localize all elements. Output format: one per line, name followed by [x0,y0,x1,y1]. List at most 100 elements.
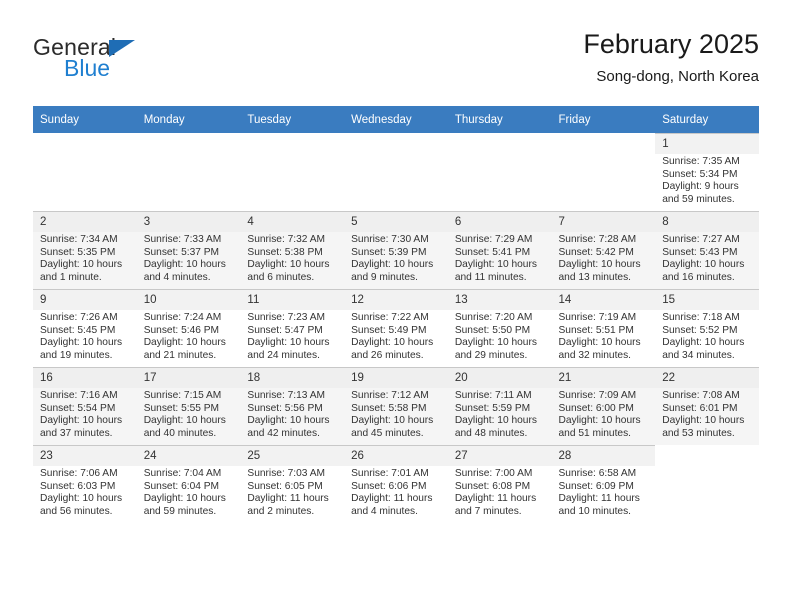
sunrise-text: Sunrise: 7:24 AM [143,312,222,323]
day-sun-info: Sunrise: 7:34 AM Sunset: 5:35 PM Daylight:… [33,232,137,284]
day-sun-info: Sunrise: 7:24 AM Sunset: 5:46 PM Daylight:… [137,310,241,362]
day-number: 27 [454,450,468,462]
calendar-day-cell[interactable]: 21 Sunrise: 7:09 AM Sunset: 6:00 PM Dayligh… [551,367,656,445]
calendar-day-cell[interactable]: 3 Sunrise: 7:33 AM Sunset: 5:37 PM Daylight… [136,211,241,289]
page-title: February 2025 [583,29,759,59]
day-number: 18 [247,372,261,384]
day-sun-info: Sunrise: 7:20 AM Sunset: 5:50 PM Daylight:… [448,310,552,362]
calendar-day-cell[interactable]: 4 Sunrise: 7:32 AM Sunset: 5:38 PM Daylight… [240,211,345,289]
calendar-day-cell[interactable]: 9 Sunrise: 7:26 AM Sunset: 5:45 PM Daylight… [33,289,137,367]
daylight-text-line1: Daylight: 11 hours [558,493,640,505]
day-number-band: 4 [240,212,345,232]
sunrise-text: Sunrise: 7:16 AM [40,390,118,401]
general-blue-logo: General Blue [33,34,253,92]
day-cell-content: 18 Sunrise: 7:13 AM Sunset: 5:56 PM Dayligh… [240,367,345,445]
calendar-day-cell[interactable]: 24 Sunrise: 7:04 AM Sunset: 6:04 PM Dayligh… [136,445,241,523]
calendar-day-cell[interactable]: 25 Sunrise: 7:03 AM Sunset: 6:05 PM Dayligh… [240,445,345,523]
daylight-text-line1: Daylight: 10 hours [247,415,330,427]
day-sun-info: Sunrise: 7:30 AM Sunset: 5:39 PM Daylight:… [344,232,448,284]
calendar-day-cell[interactable]: 11 Sunrise: 7:23 AM Sunset: 5:47 PM Dayligh… [240,289,345,367]
sunrise-text: Sunrise: 7:33 AM [143,234,222,245]
sunrise-text: Sunrise: 7:08 AM [662,390,740,401]
calendar-day-cell[interactable]: 19 Sunrise: 7:12 AM Sunset: 5:58 PM Dayligh… [344,367,448,445]
day-cell-content: 28 Sunrise: 6:58 AM Sunset: 6:09 PM Dayligh… [551,445,656,523]
calendar-week-row: 23 Sunrise: 7:06 AM Sunset: 6:03 PM Dayligh… [33,445,759,523]
calendar-day-cell[interactable]: 20 Sunrise: 7:11 AM Sunset: 5:59 PM Dayligh… [447,367,552,445]
sunset-text: Sunset: 5:34 PM [662,168,738,180]
day-cell-content: 12 Sunrise: 7:22 AM Sunset: 5:49 PM Dayligh… [344,289,448,367]
daylight-text-line1: Daylight: 10 hours [143,337,226,349]
calendar-day-cell[interactable]: 15 Sunrise: 7:18 AM Sunset: 5:52 PM Dayligh… [655,289,759,367]
day-sun-info: Sunrise: 7:00 AM Sunset: 6:08 PM Daylight:… [448,466,552,518]
empty-cell [240,133,344,211]
calendar-day-cell[interactable]: 18 Sunrise: 7:13 AM Sunset: 5:56 PM Dayligh… [240,367,345,445]
sunrise-text: Sunrise: 6:58 AM [558,468,637,479]
daylight-text-line1: Daylight: 10 hours [247,337,330,349]
calendar-day-cell[interactable]: 12 Sunrise: 7:22 AM Sunset: 5:49 PM Dayligh… [344,289,448,367]
daylight-text-line1: Daylight: 11 hours [351,493,433,505]
day-number-band: 20 [447,368,552,388]
calendar-day-cell[interactable]: 6 Sunrise: 7:29 AM Sunset: 5:41 PM Daylight… [447,211,552,289]
sunrise-text: Sunrise: 7:18 AM [662,312,740,323]
daylight-text-line1: Daylight: 10 hours [454,337,537,349]
sunrise-text: Sunrise: 7:23 AM [247,312,325,323]
calendar-day-cell[interactable]: 27 Sunrise: 7:00 AM Sunset: 6:08 PM Dayligh… [447,445,552,523]
daylight-text-line2: and 37 minutes. [40,427,113,439]
daylight-text-line1: Daylight: 11 hours [247,493,329,505]
day-cell-content: 15 Sunrise: 7:18 AM Sunset: 5:52 PM Dayligh… [655,289,759,367]
calendar-day-cell[interactable]: 2 Sunrise: 7:34 AM Sunset: 5:35 PM Daylight… [33,211,137,289]
sunset-text: Sunset: 5:37 PM [143,246,220,258]
sunset-text: Sunset: 6:05 PM [247,480,323,492]
day-cell-content: 6 Sunrise: 7:29 AM Sunset: 5:41 PM Daylight… [447,211,552,289]
calendar-day-cell[interactable]: 7 Sunrise: 7:28 AM Sunset: 5:42 PM Daylight… [551,211,656,289]
calendar-day-cell[interactable]: 8 Sunrise: 7:27 AM Sunset: 5:43 PM Daylight… [655,211,759,289]
daylight-text-line2: and 4 minutes. [351,505,418,517]
day-number: 6 [454,216,462,228]
day-number-band: 15 [655,290,759,310]
calendar-day-cell[interactable]: 5 Sunrise: 7:30 AM Sunset: 5:39 PM Daylight… [344,211,448,289]
sunset-text: Sunset: 5:51 PM [558,324,634,336]
day-cell-content: 23 Sunrise: 7:06 AM Sunset: 6:03 PM Dayligh… [33,445,137,523]
weekday-header-monday: Monday [136,106,241,133]
calendar-day-cell[interactable]: 26 Sunrise: 7:01 AM Sunset: 6:06 PM Dayligh… [344,445,448,523]
day-number-band: 9 [33,290,137,310]
day-sun-info: Sunrise: 7:09 AM Sunset: 6:00 PM Daylight:… [552,388,656,440]
calendar-day-cell[interactable]: 17 Sunrise: 7:15 AM Sunset: 5:55 PM Dayligh… [136,367,241,445]
day-sun-info: Sunrise: 7:04 AM Sunset: 6:04 PM Daylight:… [137,466,241,518]
daylight-text-line2: and 10 minutes. [558,505,632,517]
calendar-day-cell[interactable]: 23 Sunrise: 7:06 AM Sunset: 6:03 PM Dayligh… [33,445,137,523]
calendar-day-cell[interactable]: 10 Sunrise: 7:24 AM Sunset: 5:46 PM Dayligh… [136,289,241,367]
calendar-day-cell[interactable]: 22 Sunrise: 7:08 AM Sunset: 6:01 PM Dayligh… [655,367,759,445]
calendar-table: Sunday Monday Tuesday Wednesday Thursday Frid… [33,106,759,523]
day-cell-content: 14 Sunrise: 7:19 AM Sunset: 5:51 PM Dayligh… [551,289,656,367]
calendar-day-cell[interactable]: 16 Sunrise: 7:16 AM Sunset: 5:54 PM Dayligh… [33,367,137,445]
weekday-header-wednesday: Wednesday [344,106,448,133]
day-number-band: 1 [655,134,759,154]
daylight-text-line1: Daylight: 10 hours [40,259,123,271]
day-sun-info: Sunrise: 7:29 AM Sunset: 5:41 PM Daylight:… [448,232,552,284]
day-number: 9 [40,294,47,306]
sunset-text: Sunset: 5:54 PM [40,402,116,414]
daylight-text-line1: Daylight: 10 hours [558,259,641,271]
day-cell-content: 10 Sunrise: 7:24 AM Sunset: 5:46 PM Dayligh… [136,289,241,367]
daylight-text-line2: and 26 minutes. [351,349,424,361]
day-sun-info: Sunrise: 7:06 AM Sunset: 6:03 PM Daylight:… [33,466,137,518]
day-sun-info: Sunrise: 7:08 AM Sunset: 6:01 PM Daylight:… [655,388,759,440]
calendar-day-cell[interactable]: 28 Sunrise: 6:58 AM Sunset: 6:09 PM Dayligh… [551,445,656,523]
sunset-text: Sunset: 5:59 PM [454,402,531,414]
empty-cell [448,133,552,211]
day-number: 23 [40,450,53,462]
daylight-text-line2: and 19 minutes. [40,349,113,361]
day-cell-content: 4 Sunrise: 7:32 AM Sunset: 5:38 PM Daylight… [240,211,345,289]
day-number-band: 5 [344,212,448,232]
sunset-text: Sunset: 5:41 PM [454,246,531,258]
day-cell-content: 20 Sunrise: 7:11 AM Sunset: 5:59 PM Dayligh… [447,367,552,445]
day-cell-content: 8 Sunrise: 7:27 AM Sunset: 5:43 PM Daylight… [655,211,759,289]
calendar-day-cell[interactable]: 1 Sunrise: 7:35 AM Sunset: 5:34 PM Daylight… [655,133,759,211]
day-cell-content: 11 Sunrise: 7:23 AM Sunset: 5:47 PM Dayligh… [240,289,345,367]
sunrise-text: Sunrise: 7:04 AM [143,468,222,479]
day-number: 5 [351,216,358,228]
calendar-day-cell[interactable]: 13 Sunrise: 7:20 AM Sunset: 5:50 PM Dayligh… [447,289,552,367]
calendar-day-cell[interactable]: 14 Sunrise: 7:19 AM Sunset: 5:51 PM Dayligh… [551,289,656,367]
day-number: 1 [662,138,669,150]
